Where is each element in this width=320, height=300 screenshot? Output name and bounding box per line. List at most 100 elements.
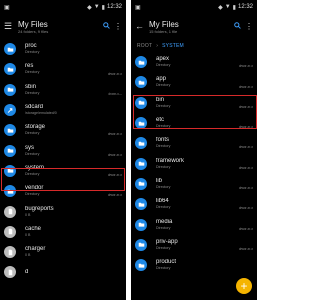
list-item[interactable]: lib64 Directory drwxr-xr-x: [131, 194, 257, 214]
item-permissions: drwxr-xr-x: [107, 173, 122, 178]
breadcrumb-root[interactable]: ROOT: [137, 43, 152, 49]
item-permissions: drwxr-xr-x: [107, 193, 122, 198]
wifi-icon: ▼: [224, 4, 231, 10]
folder-icon: [135, 137, 147, 150]
item-name: etc: [156, 117, 165, 124]
list-item[interactable]: sbin Directory drwxr-x---: [0, 80, 126, 100]
folder-icon: [4, 185, 16, 198]
item-permissions: drwxr-xr-x: [107, 152, 122, 157]
folder-icon: [4, 144, 16, 157]
add-fab-button[interactable]: +: [236, 278, 252, 294]
list-item[interactable]: framework Directory drwxr-xr-x: [131, 153, 257, 173]
item-name: cache: [25, 225, 42, 232]
list-item[interactable]: priv-app Directory drwxr-xr-x: [131, 235, 257, 255]
item-name: app: [156, 76, 167, 83]
item-name: sbin: [25, 83, 37, 90]
gallery-icon: ▣: [135, 4, 141, 11]
item-name: bin: [156, 96, 165, 103]
file-icon: [4, 225, 16, 238]
item-details: 0 B: [25, 253, 31, 258]
item-name: media: [156, 218, 173, 225]
item-permissions: drwxr-xr-x: [238, 165, 253, 170]
folder-icon: [4, 63, 16, 76]
folder-icon: [4, 43, 16, 56]
list-item[interactable]: system Directory drwxr-xr-x: [0, 161, 126, 181]
more-options-icon[interactable]: ⋮: [114, 22, 122, 31]
list-item[interactable]: fonts Directory drwxr-xr-x: [131, 133, 257, 153]
item-name: proc: [25, 43, 37, 50]
list-item[interactable]: vendor Directory drwxr-xr-x: [0, 181, 126, 201]
list-item[interactable]: etc Directory drwxr-xr-x: [131, 113, 257, 133]
folder-icon: [4, 124, 16, 137]
list-item[interactable]: product Directory: [131, 255, 257, 275]
item-text: cache 0 B: [25, 226, 126, 238]
item-name: product: [156, 259, 177, 266]
right-screen: ▣ ◆ ▼ ▮ 12:32 ← My Files 15 folders, 1 f…: [131, 0, 257, 300]
item-name: charger: [25, 246, 46, 253]
item-details: 0 B: [25, 212, 31, 217]
status-bar: ▣ ◆ ▼ ▮ 12:32: [0, 0, 126, 14]
item-permissions: drwxr-x---: [108, 91, 122, 96]
gallery-icon: ▣: [4, 4, 10, 11]
back-arrow-icon[interactable]: ←: [135, 22, 149, 31]
folder-count: 24 folders, 9 files: [18, 28, 49, 34]
file-icon: [4, 205, 16, 218]
item-name: lib64: [156, 198, 169, 205]
file-list: apex Directory drwxr-xr-x app Directory drwxr…: [131, 52, 257, 275]
item-text: sdcard/storage/emulated/0: [25, 104, 126, 116]
menu-icon[interactable]: ☰: [4, 22, 18, 31]
folder-icon: [135, 198, 147, 211]
folder-icon: [135, 117, 147, 130]
more-options-icon[interactable]: ⋮: [245, 22, 253, 31]
item-permissions: drwxr-xr-x: [107, 71, 122, 76]
folder-icon: [135, 259, 147, 272]
status-time: 12:32: [237, 4, 253, 10]
folder-icon: [135, 177, 147, 190]
item-details: Directory: [156, 266, 171, 271]
list-item[interactable]: storage Directory drwxr-xr-x: [0, 120, 126, 140]
list-item[interactable]: sdcard/storage/emulated/0: [0, 100, 126, 120]
item-permissions: drwxr-xr-x: [238, 125, 253, 130]
breadcrumb-current[interactable]: SYSTEM: [162, 43, 184, 49]
list-item[interactable]: sys Directory drwxr-xr-x: [0, 140, 126, 160]
status-bar: ▣ ◆ ▼ ▮ 12:32: [131, 0, 257, 14]
list-item[interactable]: lib Directory drwxr-xr-x: [131, 174, 257, 194]
battery-icon: ▮: [232, 4, 236, 11]
list-item[interactable]: proc Directory: [0, 39, 126, 59]
item-name: fonts: [156, 137, 170, 144]
item-name: system: [25, 164, 45, 171]
item-text: product Directory: [156, 259, 257, 271]
item-name: lib: [156, 177, 163, 184]
file-icon: [4, 246, 16, 259]
item-name: sdcard: [25, 104, 44, 111]
item-name: d: [25, 268, 29, 275]
list-item[interactable]: media Directory drwxr-xr-x: [131, 214, 257, 234]
list-item[interactable]: cache 0 B: [0, 222, 126, 242]
item-name: apex: [156, 56, 170, 63]
item-text: d: [25, 269, 126, 276]
signal-icon: ◆: [218, 4, 223, 11]
breadcrumb: ROOT › SYSTEM: [131, 39, 257, 52]
folder-icon: [135, 56, 147, 69]
item-permissions: drwxr-xr-x: [238, 246, 253, 251]
list-item[interactable]: d: [0, 262, 126, 282]
list-item[interactable]: bin Directory drwxr-xr-x: [131, 93, 257, 113]
item-permissions: drwxr-xr-x: [238, 64, 253, 69]
item-details: 0 B: [25, 232, 31, 237]
list-item[interactable]: charger 0 B: [0, 242, 126, 262]
item-name: bugreports: [25, 205, 54, 212]
item-permissions: drwxr-xr-x: [238, 206, 253, 211]
search-icon[interactable]: [234, 22, 241, 31]
list-item[interactable]: app Directory drwxr-xr-x: [131, 72, 257, 92]
left-screen: ▣ ◆ ▼ ▮ 12:32 ☰ My Files 24 folders, 9 f…: [0, 0, 126, 300]
item-permissions: drwxr-xr-x: [238, 145, 253, 150]
folder-icon: [135, 157, 147, 170]
list-item[interactable]: apex Directory drwxr-xr-x: [131, 52, 257, 72]
list-item[interactable]: bugreports 0 B: [0, 201, 126, 221]
item-name: priv-app: [156, 238, 178, 245]
item-text: proc Directory: [25, 43, 126, 55]
item-name: sys: [25, 144, 34, 151]
folder-icon: [4, 164, 16, 177]
search-icon[interactable]: [103, 22, 110, 31]
list-item[interactable]: res Directory drwxr-xr-x: [0, 59, 126, 79]
